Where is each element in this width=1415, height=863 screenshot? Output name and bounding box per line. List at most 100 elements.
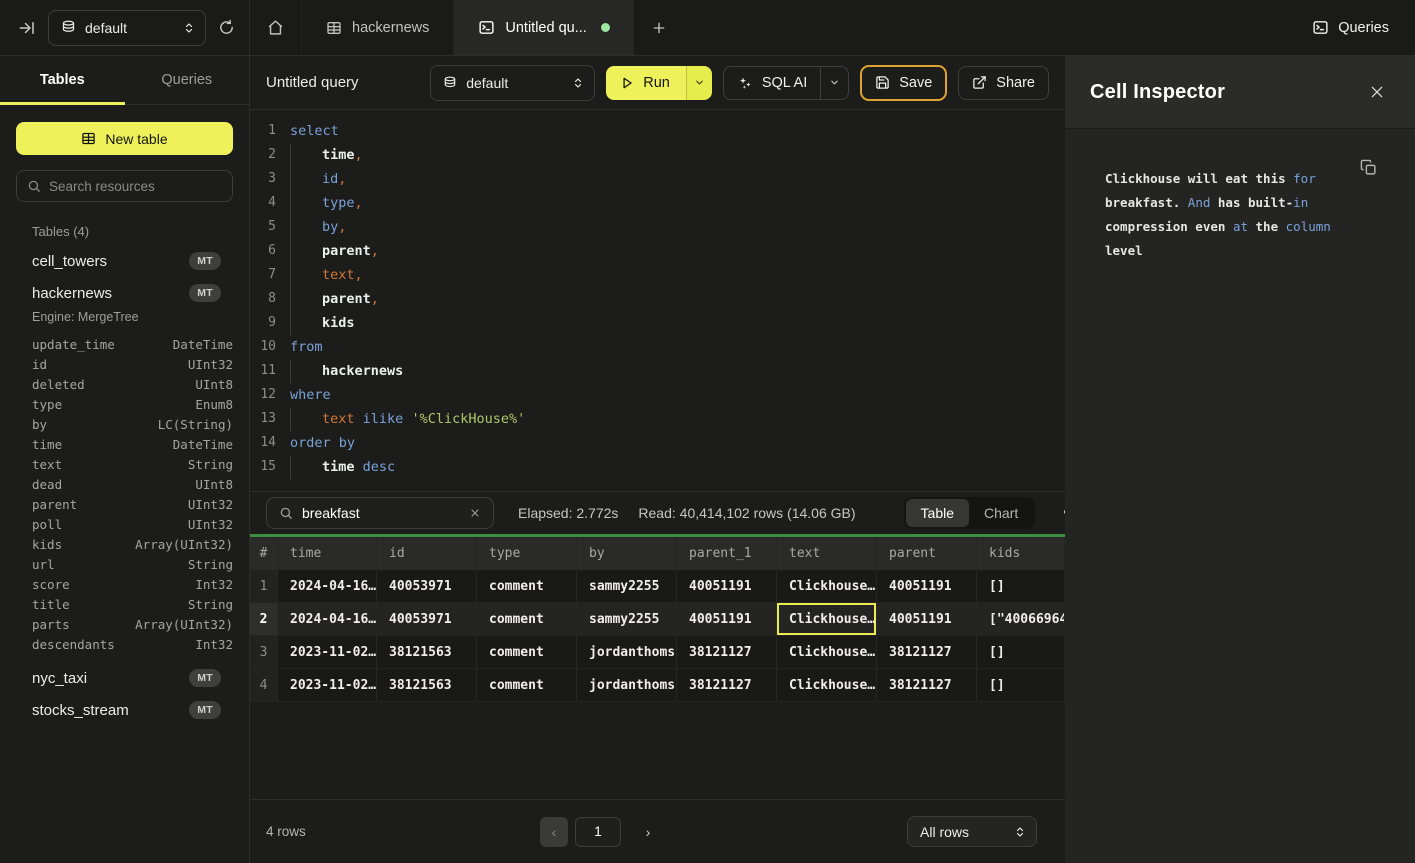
close-inspector-button[interactable] (1369, 84, 1385, 100)
table-row[interactable]: 42023-11-02…38121563commentjordanthoms38… (250, 669, 1065, 702)
table-cell[interactable]: comment (477, 570, 577, 603)
table-cell[interactable]: 40053971 (377, 570, 477, 603)
run-options-button[interactable] (686, 66, 712, 100)
view-table-button[interactable]: Table (906, 499, 969, 527)
sql-ai-button[interactable]: SQL AI (723, 66, 849, 100)
table-cell[interactable]: jordanthoms (577, 669, 677, 702)
column-header[interactable]: by (577, 537, 677, 570)
table-cell[interactable]: 2023-11-02… (278, 636, 377, 669)
next-page-button[interactable]: › (634, 817, 662, 847)
sidebar-table-stocks-stream[interactable]: stocks_stream MT (16, 694, 233, 726)
table-cell[interactable]: comment (477, 636, 577, 669)
queries-button[interactable]: Queries (1286, 0, 1415, 55)
run-button[interactable]: Run (606, 66, 686, 100)
column-row[interactable]: timeDateTime (16, 434, 233, 454)
column-row[interactable]: parentUInt32 (16, 494, 233, 514)
new-table-button[interactable]: New table (16, 122, 233, 155)
column-header[interactable]: parent_1 (677, 537, 777, 570)
column-header[interactable]: kids (977, 537, 1065, 570)
column-row[interactable]: update_timeDateTime (16, 334, 233, 354)
view-chart-button[interactable]: Chart (969, 499, 1033, 527)
table-cell[interactable]: jordanthoms (577, 636, 677, 669)
column-row[interactable]: pollUInt32 (16, 514, 233, 534)
database-selector[interactable]: default (48, 10, 206, 46)
tab-home[interactable] (250, 0, 302, 55)
table-cell[interactable]: 40051191 (877, 603, 977, 636)
column-header[interactable]: parent (877, 537, 977, 570)
column-header[interactable]: time (278, 537, 377, 570)
table-row[interactable]: 12024-04-16…40053971commentsammy22554005… (250, 570, 1065, 603)
table-cell[interactable]: Clickhouse… (777, 669, 877, 702)
save-button[interactable]: Save (860, 65, 947, 101)
table-cell[interactable]: 40053971 (377, 603, 477, 636)
sql-editor[interactable]: 1select2time,3id,4type,5by,6parent,7text… (250, 110, 1065, 491)
refresh-button[interactable] (218, 19, 235, 36)
table-row[interactable]: 22024-04-16…40053971commentsammy22554005… (250, 603, 1065, 636)
table-cell[interactable]: 2024-04-16… (278, 570, 377, 603)
column-row[interactable]: deletedUInt8 (16, 374, 233, 394)
column-row[interactable]: titleString (16, 594, 233, 614)
column-row[interactable]: kidsArray(UInt32) (16, 534, 233, 554)
selected-cell[interactable]: Clickhouse… (777, 603, 877, 636)
table-cell[interactable]: ["40066964… (977, 603, 1065, 636)
new-tab-button[interactable] (634, 0, 684, 55)
database-selector-value: default (85, 20, 127, 36)
collapse-sidebar-button[interactable] (18, 19, 36, 37)
sidebar-tab-tables[interactable]: Tables (0, 56, 125, 104)
tab-untitled-query[interactable]: Untitled qu... (454, 0, 633, 55)
table-cell[interactable]: [] (977, 570, 1065, 603)
column-row[interactable]: partsArray(UInt32) (16, 614, 233, 634)
clear-search-icon[interactable] (469, 507, 481, 519)
table-cell[interactable]: 40051191 (677, 570, 777, 603)
column-row[interactable]: descendantsInt32 (16, 634, 233, 654)
table-cell[interactable]: [] (977, 636, 1065, 669)
sidebar-table-cell-towers[interactable]: cell_towers MT (16, 245, 233, 277)
table-cell[interactable]: comment (477, 669, 577, 702)
table-cell[interactable]: 2024-04-16… (278, 603, 377, 636)
table-cell[interactable]: sammy2255 (577, 603, 677, 636)
column-row[interactable]: scoreInt32 (16, 574, 233, 594)
results-search[interactable] (266, 497, 494, 529)
resource-search[interactable] (16, 170, 233, 202)
table-cell[interactable]: comment (477, 603, 577, 636)
share-button[interactable]: Share (958, 66, 1049, 100)
column-header[interactable]: # (250, 537, 278, 570)
resource-search-input[interactable] (49, 179, 226, 194)
table-cell[interactable]: 38121563 (377, 669, 477, 702)
sidebar-tab-queries[interactable]: Queries (125, 56, 250, 104)
column-row[interactable]: typeEnum8 (16, 394, 233, 414)
table-cell[interactable]: 38121127 (877, 669, 977, 702)
table-cell[interactable]: 40051191 (677, 603, 777, 636)
results-search-input[interactable] (302, 505, 460, 521)
column-row[interactable]: urlString (16, 554, 233, 574)
sql-ai-options-button[interactable] (820, 67, 848, 99)
table-cell[interactable]: Clickhouse… (777, 636, 877, 669)
table-cell[interactable]: 38121127 (677, 636, 777, 669)
table-row[interactable]: 32023-11-02…38121563commentjordanthoms38… (250, 636, 1065, 669)
table-cell[interactable]: sammy2255 (577, 570, 677, 603)
copy-cell-button[interactable] (1360, 159, 1377, 176)
table-cell[interactable]: 38121563 (377, 636, 477, 669)
column-header[interactable]: type (477, 537, 577, 570)
sidebar-table-hackernews[interactable]: hackernews MT (16, 277, 233, 309)
table-cell[interactable]: 38121127 (677, 669, 777, 702)
table-cell[interactable]: 40051191 (877, 570, 977, 603)
line-number: 15 (250, 455, 276, 479)
column-row[interactable]: textString (16, 454, 233, 474)
tab-label: Untitled qu... (505, 20, 586, 36)
sidebar-table-nyc-taxi[interactable]: nyc_taxi MT (16, 662, 233, 694)
column-row[interactable]: idUInt32 (16, 354, 233, 374)
column-header[interactable]: id (377, 537, 477, 570)
table-cell[interactable]: 38121127 (877, 636, 977, 669)
query-database-selector[interactable]: default (430, 65, 595, 101)
table-cell[interactable]: [] (977, 669, 1065, 702)
page-number-input[interactable] (575, 817, 621, 847)
tab-hackernews[interactable]: hackernews (302, 0, 454, 55)
table-cell[interactable]: Clickhouse… (777, 570, 877, 603)
column-header[interactable]: text (777, 537, 877, 570)
column-row[interactable]: byLC(String) (16, 414, 233, 434)
column-row[interactable]: deadUInt8 (16, 474, 233, 494)
page-size-selector[interactable]: All rows (907, 816, 1037, 847)
prev-page-button[interactable]: ‹ (540, 817, 568, 847)
table-cell[interactable]: 2023-11-02… (278, 669, 377, 702)
